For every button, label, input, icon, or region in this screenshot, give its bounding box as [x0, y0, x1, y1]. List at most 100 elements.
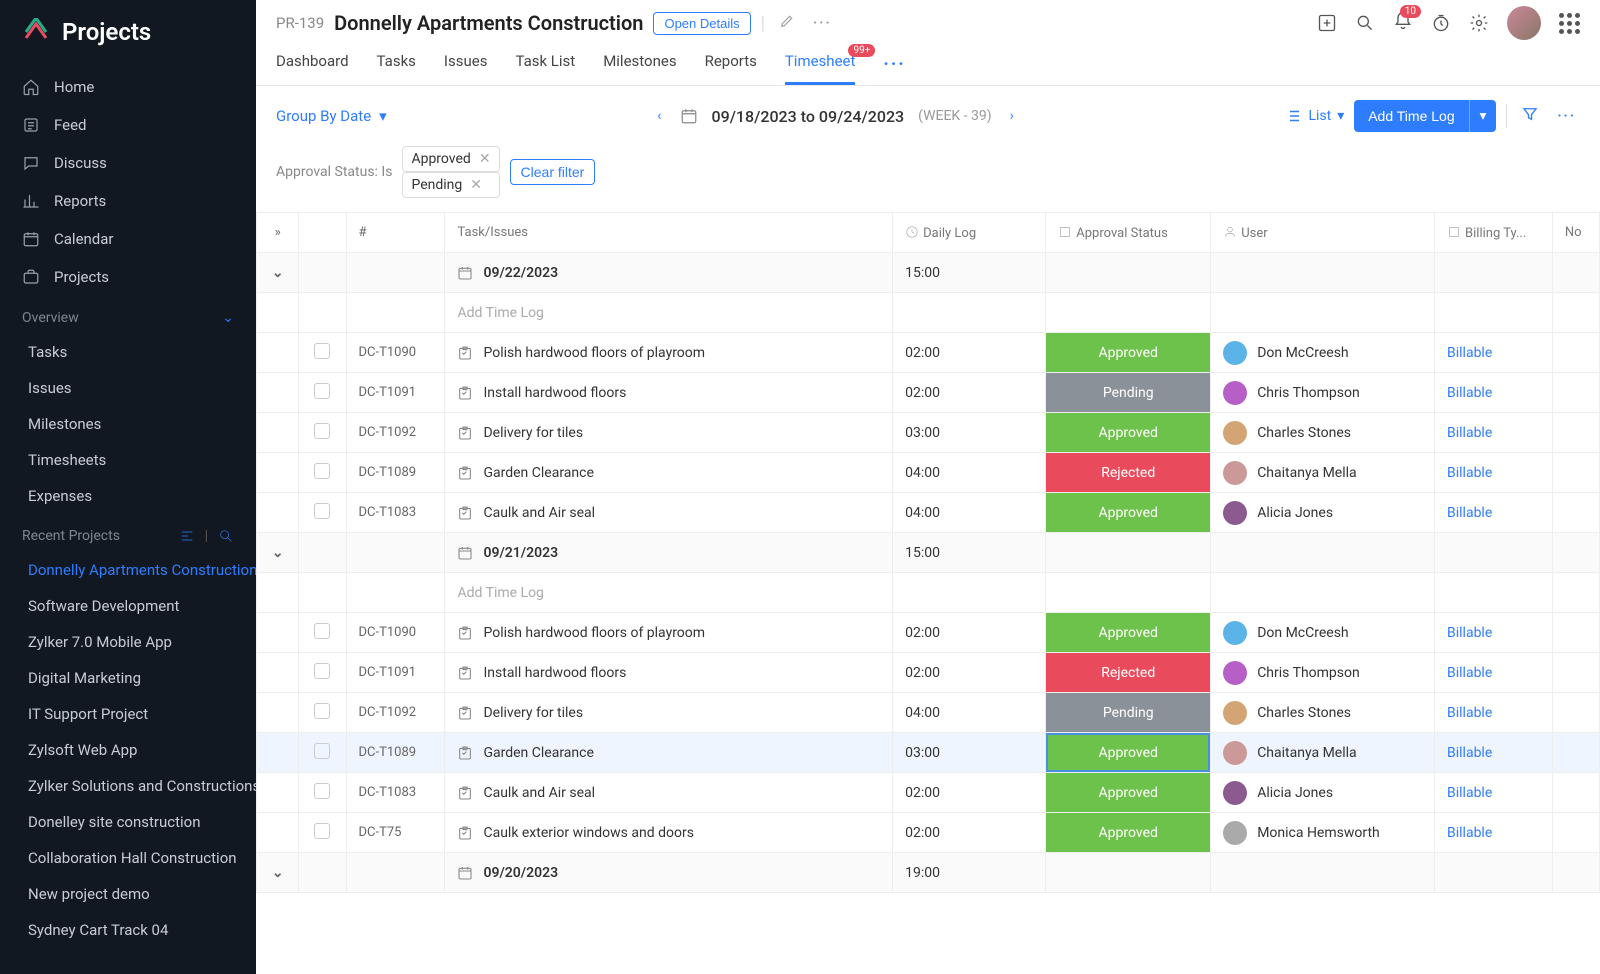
expand-all-button[interactable]: »	[275, 225, 281, 240]
billing-type[interactable]: Billable	[1447, 425, 1492, 441]
prev-week-button[interactable]: ‹	[653, 104, 665, 128]
nav-reports[interactable]: Reports	[0, 182, 256, 220]
col-daily[interactable]: Daily Log	[893, 213, 1046, 253]
table-row[interactable]: DC-T1089Garden Clearance04:00RejectedCha…	[257, 453, 1600, 493]
tab-issues[interactable]: Issues	[444, 52, 488, 85]
group-by-dropdown[interactable]: Group By Date ▾	[276, 107, 387, 125]
nav-calendar[interactable]: Calendar	[0, 220, 256, 258]
col-id[interactable]: #	[346, 213, 445, 253]
overview-item-issues[interactable]: Issues	[0, 370, 256, 406]
next-week-button[interactable]: ›	[1006, 104, 1018, 128]
more-icon[interactable]: ···	[809, 11, 836, 35]
billing-type[interactable]: Billable	[1447, 345, 1492, 361]
overview-item-milestones[interactable]: Milestones	[0, 406, 256, 442]
recent-project-item[interactable]: Zylker Solutions and Constructions	[0, 768, 256, 804]
billing-type[interactable]: Billable	[1447, 745, 1492, 761]
row-checkbox[interactable]	[314, 503, 330, 519]
overview-item-timesheets[interactable]: Timesheets	[0, 442, 256, 478]
col-billing[interactable]: Billing Ty...	[1435, 213, 1553, 253]
tab-milestones[interactable]: Milestones	[603, 52, 676, 85]
add-time-log-button[interactable]: Add Time Log	[1354, 100, 1468, 132]
billing-type[interactable]: Billable	[1447, 705, 1492, 721]
nav-projects[interactable]: Projects	[0, 258, 256, 296]
table-row[interactable]: DC-T1091Install hardwood floors02:00Pend…	[257, 373, 1600, 413]
row-checkbox[interactable]	[314, 663, 330, 679]
table-row[interactable]: DC-T1092Delivery for tiles04:00PendingCh…	[257, 693, 1600, 733]
overview-label[interactable]: Overview	[22, 310, 79, 326]
billing-type[interactable]: Billable	[1447, 505, 1492, 521]
app-launcher-icon[interactable]	[1559, 13, 1580, 34]
table-row[interactable]: DC-T1091Install hardwood floors02:00Reje…	[257, 653, 1600, 693]
view-toggle[interactable]: List ▾	[1284, 107, 1344, 125]
add-icon[interactable]	[1317, 13, 1337, 33]
overview-item-expenses[interactable]: Expenses	[0, 478, 256, 514]
collapse-group-button[interactable]: ⌄	[272, 545, 284, 561]
recent-project-item[interactable]: Software Development	[0, 588, 256, 624]
add-time-log-row[interactable]: Add Time Log	[257, 293, 1600, 333]
settings-icon[interactable]	[179, 528, 195, 544]
col-note[interactable]: No	[1552, 213, 1599, 253]
nav-home[interactable]: Home	[0, 68, 256, 106]
row-checkbox[interactable]	[314, 823, 330, 839]
collapse-group-button[interactable]: ⌄	[272, 865, 284, 881]
table-row[interactable]: DC-T1092Delivery for tiles03:00ApprovedC…	[257, 413, 1600, 453]
edit-icon[interactable]	[775, 9, 799, 37]
search-icon[interactable]	[218, 528, 234, 544]
table-row[interactable]: DC-T1083Caulk and Air seal04:00ApprovedA…	[257, 493, 1600, 533]
recent-project-item[interactable]: Donelley site construction	[0, 804, 256, 840]
collapse-group-button[interactable]: ⌄	[272, 265, 284, 281]
billing-type[interactable]: Billable	[1447, 785, 1492, 801]
user-avatar[interactable]	[1507, 6, 1541, 40]
col-user[interactable]: User	[1211, 213, 1435, 253]
table-row[interactable]: DC-T1089Garden Clearance03:00ApprovedCha…	[257, 733, 1600, 773]
toolbar-more-icon[interactable]: ···	[1553, 104, 1580, 128]
clear-filter-button[interactable]: Clear filter	[510, 159, 596, 185]
tab-dashboard[interactable]: Dashboard	[276, 52, 349, 85]
nav-discuss[interactable]: Discuss	[0, 144, 256, 182]
open-details-button[interactable]: Open Details	[653, 12, 750, 35]
row-checkbox[interactable]	[314, 343, 330, 359]
table-row[interactable]: DC-T75Caulk exterior windows and doors02…	[257, 813, 1600, 853]
tab-task-list[interactable]: Task List	[515, 52, 575, 85]
billing-type[interactable]: Billable	[1447, 385, 1492, 401]
recent-project-item[interactable]: Sydney Cart Track 04	[0, 912, 256, 948]
timer-icon[interactable]	[1431, 13, 1451, 33]
row-checkbox[interactable]	[314, 703, 330, 719]
gear-icon[interactable]	[1469, 13, 1489, 33]
table-row[interactable]: DC-T1090Polish hardwood floors of playro…	[257, 613, 1600, 653]
row-checkbox[interactable]	[314, 623, 330, 639]
row-checkbox[interactable]	[314, 463, 330, 479]
recent-project-item[interactable]: Digital Marketing	[0, 660, 256, 696]
billing-type[interactable]: Billable	[1447, 625, 1492, 641]
add-time-log-split-button[interactable]: ▾	[1469, 100, 1497, 132]
tab-tasks[interactable]: Tasks	[377, 52, 416, 85]
billing-type[interactable]: Billable	[1447, 465, 1492, 481]
col-status[interactable]: Approval Status	[1046, 213, 1211, 253]
recent-project-item[interactable]: IT Support Project	[0, 696, 256, 732]
recent-project-item[interactable]: Collaboration Hall Construction	[0, 840, 256, 876]
recent-project-item[interactable]: New project demo	[0, 876, 256, 912]
row-checkbox[interactable]	[314, 743, 330, 759]
recent-project-item[interactable]: Donnelly Apartments Construction	[0, 552, 256, 588]
row-checkbox[interactable]	[314, 383, 330, 399]
overview-item-tasks[interactable]: Tasks	[0, 334, 256, 370]
table-row[interactable]: DC-T1090Polish hardwood floors of playro…	[257, 333, 1600, 373]
billing-type[interactable]: Billable	[1447, 665, 1492, 681]
tab-reports[interactable]: Reports	[705, 52, 757, 85]
row-checkbox[interactable]	[314, 423, 330, 439]
table-row[interactable]: DC-T1083Caulk and Air seal02:00ApprovedA…	[257, 773, 1600, 813]
tab-timesheet[interactable]: Timesheet99+	[785, 52, 856, 85]
calendar-icon[interactable]	[680, 107, 698, 125]
chevron-down-icon[interactable]: ⌄	[222, 310, 234, 326]
tabs-more-icon[interactable]: ···	[883, 52, 905, 85]
remove-chip-icon[interactable]: ✕	[479, 151, 491, 167]
col-task[interactable]: Task/Issues	[445, 213, 893, 253]
nav-feed[interactable]: Feed	[0, 106, 256, 144]
remove-chip-icon[interactable]: ✕	[470, 177, 482, 193]
billing-type[interactable]: Billable	[1447, 825, 1492, 841]
filter-icon[interactable]	[1517, 101, 1543, 131]
recent-project-item[interactable]: Zylker 7.0 Mobile App	[0, 624, 256, 660]
add-time-log-row[interactable]: Add Time Log	[257, 573, 1600, 613]
row-checkbox[interactable]	[314, 783, 330, 799]
recent-project-item[interactable]: Zylsoft Web App	[0, 732, 256, 768]
